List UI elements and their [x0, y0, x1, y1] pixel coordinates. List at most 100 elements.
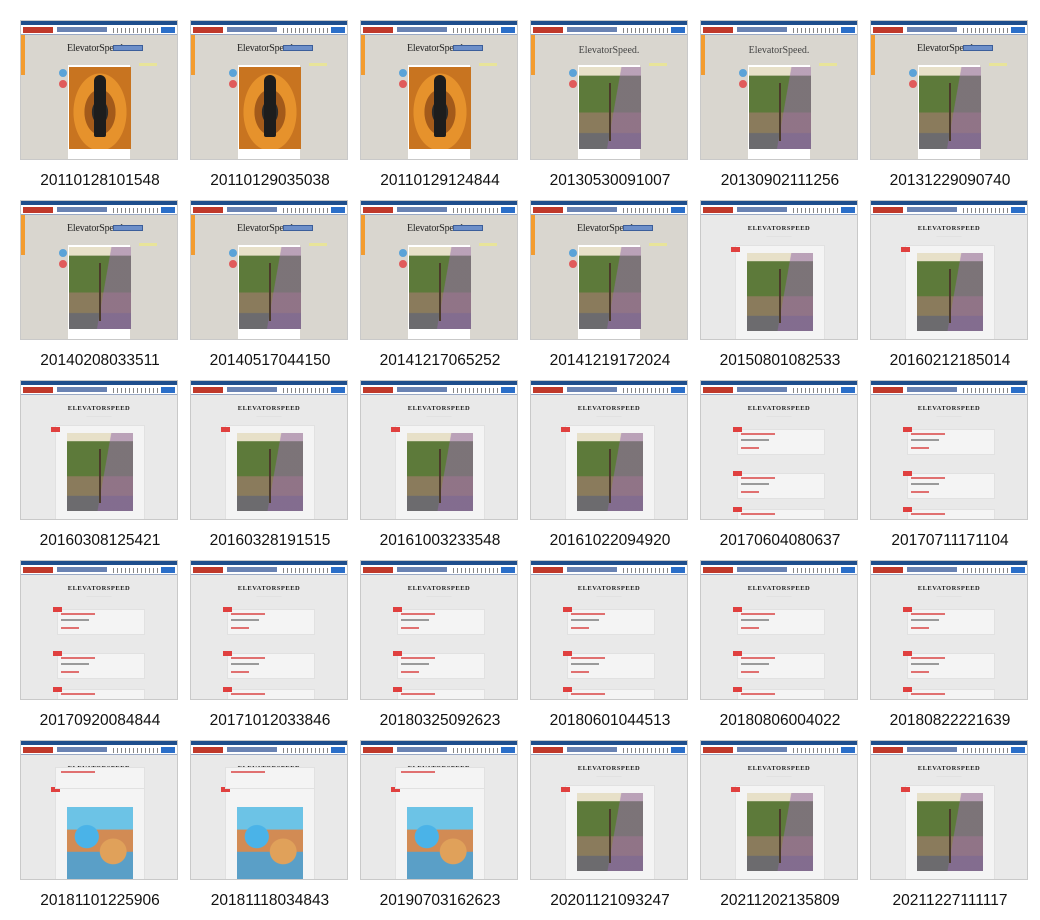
capture-thumbnail[interactable]: ElevatorSpeed. [20, 20, 178, 160]
url-field [907, 747, 957, 752]
date-ribbon [733, 507, 742, 512]
capture-thumbnail[interactable]: ELEVATORSPEED························· [870, 560, 1028, 700]
capture-cell[interactable]: ELEVATORSPEED·························20… [870, 360, 1030, 549]
capture-thumbnail[interactable]: ElevatorSpeed. [530, 20, 688, 160]
capture-thumbnail[interactable]: ELEVATORSPEED························· [870, 740, 1028, 880]
capture-cell[interactable]: ElevatorSpeed. 20110129035038 [190, 0, 350, 189]
capture-thumbnail[interactable]: ELEVATORSPEED························· [530, 740, 688, 880]
capture-cell[interactable]: ElevatorSpeed. 20110129124844 [360, 0, 520, 189]
post-photo [407, 433, 473, 511]
capture-thumbnail[interactable]: ElevatorSpeed. [360, 20, 518, 160]
post-photo [577, 793, 643, 871]
capture-sparkline [793, 568, 841, 573]
post-text-line [741, 519, 769, 520]
capture-cell[interactable]: ELEVATORSPEED·························20… [190, 540, 350, 729]
post-text-line [571, 619, 599, 621]
capture-cell[interactable]: ElevatorSpeed. 20140517044150 [190, 180, 350, 369]
date-ribbon [733, 607, 742, 612]
capture-thumbnail[interactable]: ELEVATORSPEED························· [360, 560, 518, 700]
capture-cell[interactable]: ELEVATORSPEED·························20… [190, 360, 350, 549]
capture-cell[interactable]: ELEVATORSPEED·························20… [20, 540, 180, 729]
post-title-line [741, 433, 775, 435]
date-ribbon [901, 247, 910, 252]
post-link-line [741, 447, 759, 449]
capture-cell[interactable]: ELEVATORSPEED·························20… [700, 540, 860, 729]
note-tag [649, 63, 667, 66]
capture-thumbnail[interactable]: ElevatorSpeed. [190, 200, 348, 340]
post-title-line [401, 613, 435, 615]
capture-thumbnail[interactable]: ELEVATORSPEED························· [20, 380, 178, 520]
post-title-line [741, 657, 775, 659]
site-title: ELEVATORSPEED [577, 765, 641, 772]
toolbar-buttons [671, 27, 685, 33]
capture-cell[interactable]: ElevatorSpeed. 20141219172024 [530, 180, 690, 369]
date-ribbon [561, 787, 570, 792]
post-title-line [911, 477, 945, 479]
capture-cell[interactable]: ELEVATORSPEED·························20… [870, 180, 1030, 369]
post-text-line [401, 699, 429, 700]
capture-cell[interactable]: ELEVATORSPEED·························20… [870, 720, 1030, 909]
capture-thumbnail[interactable]: ElevatorSpeed. [360, 200, 518, 340]
capture-cell[interactable]: ElevatorSpeed. 20131229090740 [870, 0, 1030, 189]
capture-thumbnail[interactable]: ELEVATORSPEED························· [700, 740, 858, 880]
capture-thumbnail[interactable]: ELEVATORSPEED························· [530, 380, 688, 520]
capture-thumbnail[interactable]: ElevatorSpeed. [20, 200, 178, 340]
favorite-icon [229, 260, 237, 268]
capture-thumbnail[interactable]: ELEVATORSPEED························· [190, 740, 348, 880]
capture-cell[interactable]: ELEVATORSPEED·························20… [700, 180, 860, 369]
capture-cell[interactable]: ELEVATORSPEED·························20… [360, 360, 520, 549]
capture-cell[interactable]: ElevatorSpeed. 20130902111256 [700, 0, 860, 189]
post-photo [239, 67, 301, 149]
toolbar-buttons [841, 747, 855, 753]
capture-cell[interactable]: ELEVATORSPEED·························20… [360, 720, 520, 909]
post-title-line [741, 613, 775, 615]
capture-cell[interactable]: ELEVATORSPEED·························20… [190, 720, 350, 909]
url-field [737, 567, 787, 572]
capture-thumbnail[interactable]: ELEVATORSPEED························· [20, 740, 178, 880]
capture-thumbnail[interactable]: ElevatorSpeed. [190, 20, 348, 160]
capture-cell[interactable]: ElevatorSpeed. 20110128101548 [20, 0, 180, 189]
capture-cell[interactable]: ELEVATORSPEED·························20… [360, 540, 520, 729]
capture-cell[interactable]: ELEVATORSPEED·························20… [20, 720, 180, 909]
capture-thumbnail[interactable]: ELEVATORSPEED························· [530, 560, 688, 700]
capture-cell[interactable]: ELEVATORSPEED·························20… [700, 720, 860, 909]
post-text-line [61, 663, 89, 665]
capture-cell[interactable]: ElevatorSpeed. 20130530091007 [530, 0, 690, 189]
capture-thumbnail[interactable]: ELEVATORSPEED························· [700, 200, 858, 340]
capture-cell[interactable]: ELEVATORSPEED·························20… [20, 360, 180, 549]
post-photo [577, 433, 643, 511]
note-tag [989, 63, 1007, 66]
wayback-toolbar [361, 25, 517, 35]
capture-thumbnail[interactable]: ELEVATORSPEED························· [700, 380, 858, 520]
capture-cell[interactable]: ElevatorSpeed. 20141217065252 [360, 180, 520, 369]
capture-cell[interactable]: ELEVATORSPEED·························20… [870, 540, 1030, 729]
capture-cell[interactable]: ElevatorSpeed. 20140208033511 [20, 180, 180, 369]
capture-thumbnail[interactable]: ElevatorSpeed. [700, 20, 858, 160]
date-ribbon [563, 651, 572, 656]
wayback-toolbar [361, 385, 517, 395]
date-ribbon [393, 651, 402, 656]
capture-thumbnail[interactable]: ELEVATORSPEED························· [700, 560, 858, 700]
capture-thumbnail[interactable]: ELEVATORSPEED························· [870, 200, 1028, 340]
capture-thumbnail[interactable]: ELEVATORSPEED························· [360, 740, 518, 880]
sidebar-tab [531, 215, 535, 255]
favorite-icon [569, 80, 577, 88]
toolbar-buttons [841, 27, 855, 33]
capture-thumbnail[interactable]: ELEVATORSPEED························· [20, 560, 178, 700]
wayback-logo [193, 207, 223, 213]
post-photo [917, 253, 983, 331]
capture-thumbnail[interactable]: ELEVATORSPEED························· [360, 380, 518, 520]
capture-cell[interactable]: ELEVATORSPEED·························20… [530, 540, 690, 729]
site-tagline: ························· [426, 414, 452, 418]
capture-thumbnail[interactable]: ELEVATORSPEED························· [870, 380, 1028, 520]
capture-thumbnail[interactable]: ElevatorSpeed. [530, 200, 688, 340]
capture-thumbnail[interactable]: ElevatorSpeed. [870, 20, 1028, 160]
capture-cell[interactable]: ELEVATORSPEED·························20… [700, 360, 860, 549]
capture-cell[interactable]: ELEVATORSPEED·························20… [530, 720, 690, 909]
capture-cell[interactable]: ELEVATORSPEED·························20… [530, 360, 690, 549]
capture-thumbnail[interactable]: ELEVATORSPEED························· [190, 560, 348, 700]
date-ribbon [393, 687, 402, 692]
capture-sparkline [113, 388, 161, 393]
post-text-line [741, 619, 769, 621]
capture-thumbnail[interactable]: ELEVATORSPEED························· [190, 380, 348, 520]
